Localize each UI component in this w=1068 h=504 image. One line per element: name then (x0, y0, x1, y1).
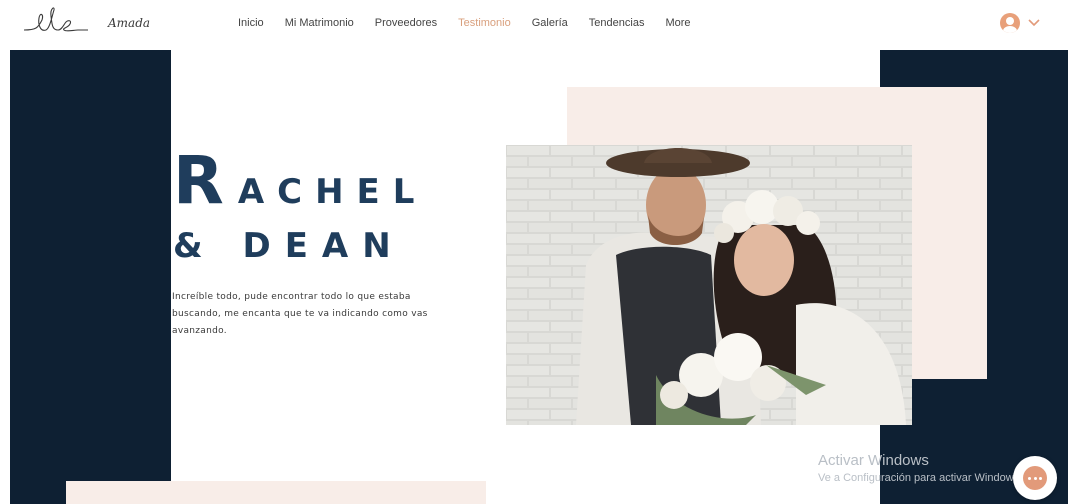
couple-photo-illustration (506, 145, 912, 425)
nav-item-proveedores[interactable]: Proveedores (375, 17, 437, 29)
navy-panel-left (10, 50, 171, 504)
nav-item-mi-matrimonio[interactable]: Mi Matrimonio (285, 17, 354, 29)
chevron-down-icon[interactable] (1028, 19, 1040, 27)
watermark-title: Activar Windows (818, 452, 929, 469)
watermark-subtitle: Ve a Configuración para activar Windows. (818, 472, 1023, 484)
quote-line: avanzando. (172, 326, 227, 336)
quote-line: buscando, me encanta que te va indicando… (172, 309, 428, 319)
nav-item-more[interactable]: More (665, 17, 690, 29)
title-initial: R (173, 142, 224, 219)
site-header: Amada Inicio Mi Matrimonio Proveedores T… (0, 0, 1068, 50)
nav-item-galeria[interactable]: Galería (532, 17, 568, 29)
user-avatar-icon[interactable] (1000, 13, 1020, 33)
nav-item-inicio[interactable]: Inicio (238, 17, 264, 29)
blush-strip-bottom (66, 481, 486, 504)
chat-bubble-icon (1023, 466, 1047, 490)
windows-activation-watermark: Activar Windows Ve a Configuración para … (818, 452, 1022, 484)
main-nav: Inicio Mi Matrimonio Proveedores Testimo… (238, 17, 712, 29)
brand-name[interactable]: Amada (108, 16, 150, 30)
account-menu[interactable] (1000, 13, 1040, 33)
title-line-2: & DEAN (173, 226, 405, 266)
title-rest: ACHEL (237, 172, 428, 212)
chat-button[interactable] (1013, 456, 1057, 500)
logo-icon[interactable] (22, 6, 90, 36)
testimonial-quote: Increíble todo, pude encontrar todo lo q… (172, 289, 452, 340)
nav-item-tendencias[interactable]: Tendencias (589, 17, 645, 29)
couple-photo (506, 145, 912, 425)
quote-line: Increíble todo, pude encontrar todo lo q… (172, 292, 411, 302)
testimonial-title: R ACHEL & DEAN (173, 142, 428, 267)
nav-item-testimonio[interactable]: Testimonio (458, 17, 511, 29)
